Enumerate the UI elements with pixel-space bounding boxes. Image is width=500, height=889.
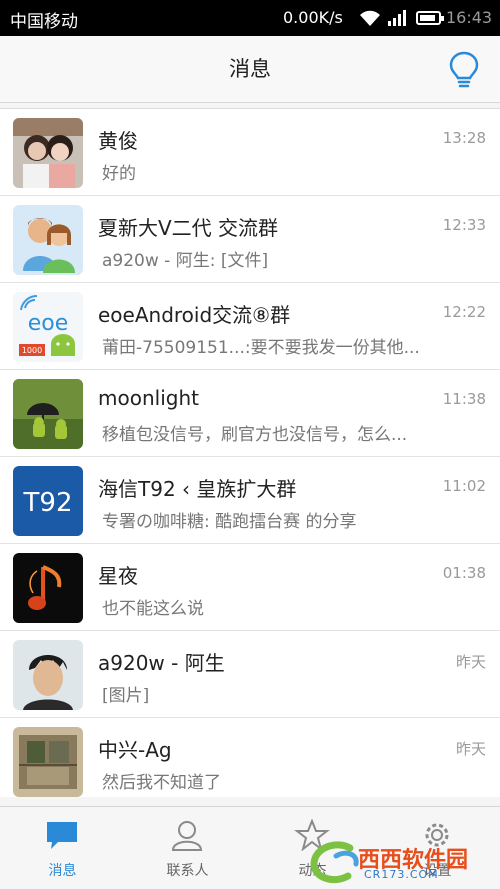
conversation-preview: [图片] xyxy=(102,686,150,706)
conversation-preview: 莆田-75509151...:要不要我发一份其他... xyxy=(102,338,420,358)
avatar-t92-text: T92 xyxy=(23,488,73,518)
conversation-name: moonlight xyxy=(98,386,199,410)
conversation-time: 13:28 xyxy=(442,129,486,147)
conversation-name: 黄俊 xyxy=(98,129,138,153)
conversation-row[interactable]: a920w - 阿生 [图片] 昨天 xyxy=(0,631,500,718)
conversation-time: 昨天 xyxy=(455,740,486,758)
conversation-name: 夏新大V二代 交流群 xyxy=(98,216,279,240)
conversation-name: 星夜 xyxy=(98,564,138,588)
avatar-eoe-sub: 1000 xyxy=(22,346,42,355)
conversation-time: 01:38 xyxy=(442,564,486,582)
wifi-icon xyxy=(360,10,380,26)
network-speed: 0.00K/s xyxy=(283,8,343,27)
lightbulb-icon[interactable] xyxy=(448,50,480,90)
signal-icon xyxy=(388,10,406,26)
carrier-label: 中国移动 xyxy=(10,12,78,32)
page-title: 消息 xyxy=(229,57,271,81)
conversation-time: 昨天 xyxy=(455,653,486,671)
conversation-preview: a920w - 阿生: [文件] xyxy=(102,251,269,271)
conversation-row[interactable]: 星夜 也不能这么说 01:38 xyxy=(0,544,500,631)
conversation-row[interactable]: 夏新大V二代 交流群 a920w - 阿生: [文件] 12:33 xyxy=(0,196,500,283)
avatar xyxy=(13,118,83,188)
conversation-time: 11:02 xyxy=(442,477,486,495)
avatar xyxy=(13,640,83,710)
avatar-eoe-text: eoe xyxy=(28,311,69,336)
tab-messages[interactable]: 消息 xyxy=(0,807,125,889)
conversation-time: 12:33 xyxy=(442,216,486,234)
conversation-preview: 移植包没信号，刷官方也没信号，怎么... xyxy=(102,425,408,445)
chat-bubble-icon xyxy=(47,822,77,849)
conversation-preview: 也不能这么说 xyxy=(102,599,204,619)
header-bar: 消息 xyxy=(0,36,500,103)
conversation-time: 11:38 xyxy=(442,390,486,408)
conversation-time: 12:22 xyxy=(442,303,486,321)
avatar xyxy=(13,205,83,275)
avatar: eoe 1000 xyxy=(13,292,83,362)
conversation-row[interactable]: 黄俊 好的 13:28 xyxy=(0,109,500,196)
status-bar: 中国移动 0.00K/s 16:43 xyxy=(0,0,500,36)
tab-label: 消息 xyxy=(48,863,77,879)
avatar xyxy=(13,553,83,623)
battery-icon xyxy=(416,11,444,25)
watermark-logo-icon xyxy=(310,841,359,883)
conversation-row[interactable]: T92 海信T92 ‹ 皇族扩大群 专署の咖啡糖: 酷跑擂台赛 的分享 11:0… xyxy=(0,457,500,544)
conversation-name: a920w - 阿生 xyxy=(98,651,225,675)
conversation-preview: 专署の咖啡糖: 酷跑擂台赛 的分享 xyxy=(102,512,357,532)
watermark-domain: CR173.COM xyxy=(364,868,439,881)
conversation-name: 中兴-Ag xyxy=(98,738,172,762)
person-icon xyxy=(171,821,203,851)
avatar xyxy=(13,379,83,449)
clock: 16:43 xyxy=(446,8,493,27)
tab-label: 联系人 xyxy=(166,863,209,879)
avatar xyxy=(13,727,83,797)
watermark: 西西软件园 CR173.COM xyxy=(306,838,496,886)
conversation-row[interactable]: moonlight 移植包没信号，刷官方也没信号，怎么... 11:38 xyxy=(0,370,500,457)
avatar: T92 xyxy=(13,466,83,536)
conversation-list[interactable]: 黄俊 好的 13:28 夏新大V二代 交流群 a920w - 阿生: [文件] … xyxy=(0,108,500,797)
conversation-preview: 好的 xyxy=(102,164,136,184)
tab-contacts[interactable]: 联系人 xyxy=(125,807,250,889)
conversation-row[interactable]: 中兴-Ag 然后我不知道了 昨天 xyxy=(0,718,500,797)
conversation-name: 海信T92 ‹ 皇族扩大群 xyxy=(98,477,297,501)
conversation-row[interactable]: eoe 1000 eoeAndroid交流⑧群 莆田-75509151...:要… xyxy=(0,283,500,370)
conversation-name: eoeAndroid交流⑧群 xyxy=(98,303,291,327)
conversation-preview: 然后我不知道了 xyxy=(102,773,221,793)
